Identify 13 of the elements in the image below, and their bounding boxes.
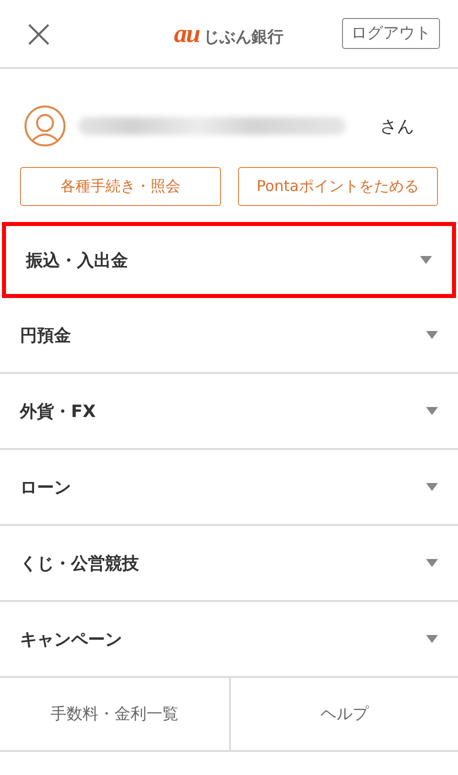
caret-icon: [426, 407, 438, 415]
logo-mark: au: [174, 18, 200, 48]
avatar-icon: [24, 105, 66, 147]
caret-icon: [426, 559, 438, 567]
caret-icon: [426, 483, 438, 491]
caret-icon: [426, 635, 438, 643]
menu-item[interactable]: 振込・入出金: [2, 222, 456, 298]
caret-icon: [426, 331, 438, 339]
logo-text: じぶん銀行: [203, 26, 284, 48]
caret-icon: [420, 256, 432, 264]
name-suffix: さん: [380, 116, 414, 138]
logout-button[interactable]: ログアウト: [342, 18, 440, 49]
close-button[interactable]: ×: [22, 14, 56, 54]
